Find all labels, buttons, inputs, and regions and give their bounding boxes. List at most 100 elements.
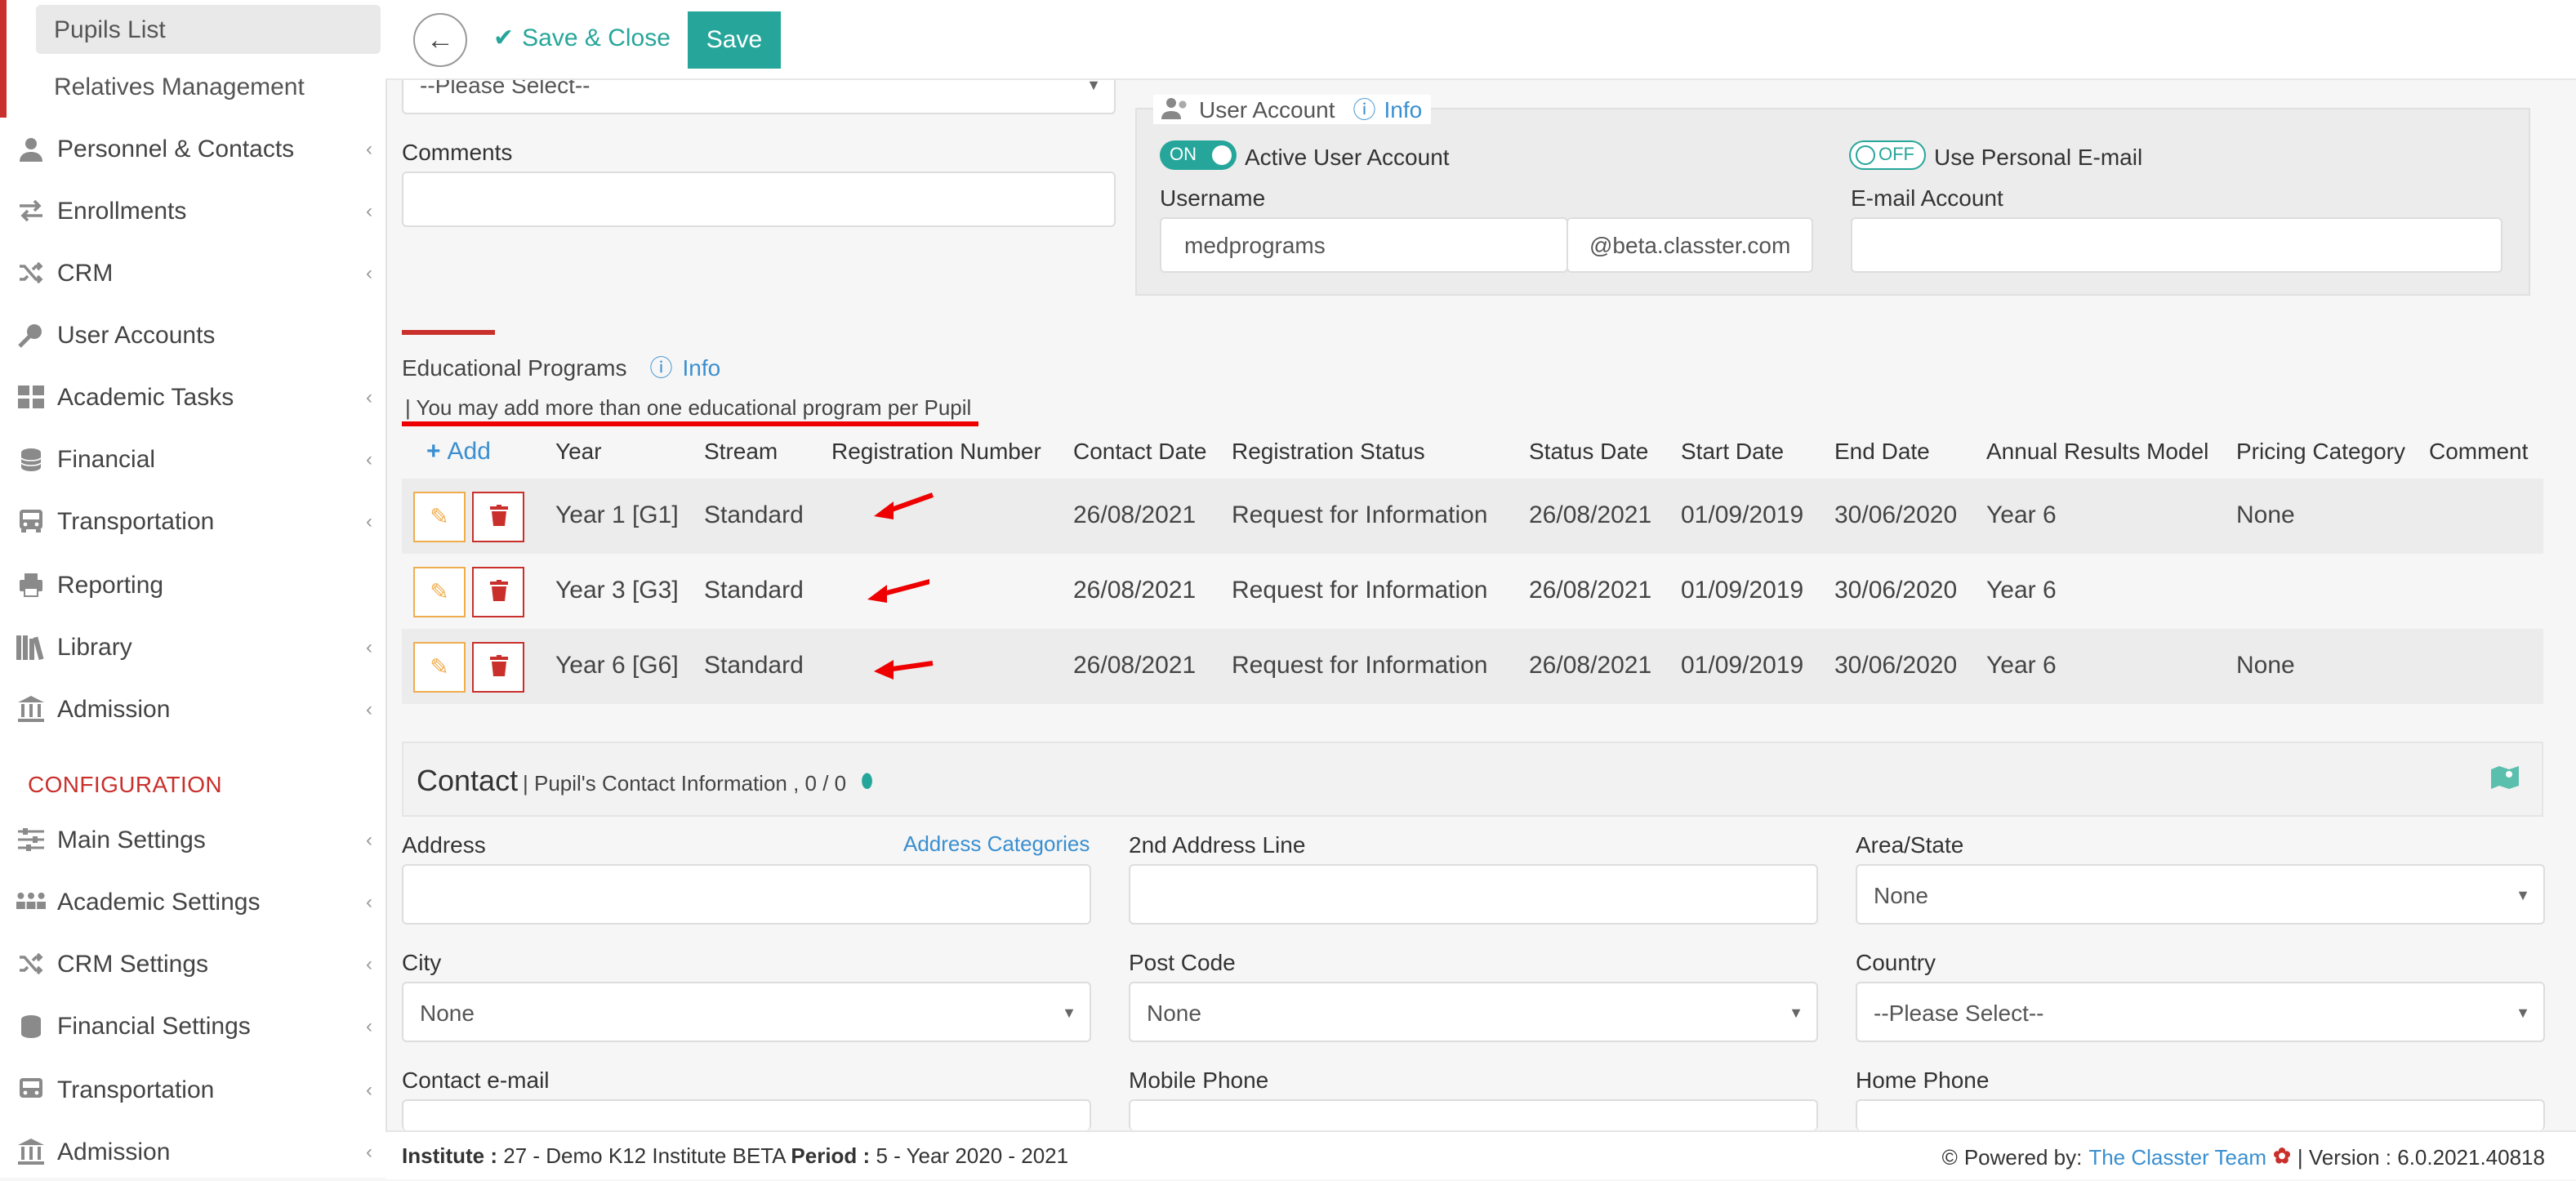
bus-icon — [16, 506, 46, 536]
cell-status-date: 26/08/2021 — [1529, 577, 1652, 604]
edit-button[interactable]: ✎ — [413, 642, 466, 693]
add-program-button[interactable]: + Add — [426, 438, 491, 466]
sidebar-item-pupils-list[interactable]: Pupils List — [0, 0, 386, 59]
info-icon[interactable]: ⓘ — [1353, 93, 1376, 126]
sidebar-item-enrollments[interactable]: Enrollments ‹ — [0, 181, 386, 240]
map-icon[interactable] — [2491, 764, 2519, 799]
active-account-toggle[interactable]: ON — [1160, 140, 1237, 170]
arrow-left-icon: ← — [426, 24, 454, 55]
classter-team-link[interactable]: The Classter Team — [2088, 1144, 2266, 1169]
col-header-stream[interactable]: Stream — [704, 438, 778, 464]
transfer-icon — [16, 196, 46, 225]
programs-title: Educational Programs — [402, 354, 627, 381]
delete-button[interactable] — [472, 567, 524, 617]
pencil-icon: ✎ — [430, 503, 449, 529]
edit-button[interactable]: ✎ — [413, 492, 466, 542]
username-input[interactable]: medprograms — [1160, 217, 1568, 273]
sidebar-item-crm-settings[interactable]: CRM Settings ‹ — [0, 934, 386, 993]
delete-button[interactable] — [472, 492, 524, 542]
col-header-status-date[interactable]: Status Date — [1529, 438, 1648, 464]
sidebar-item-academic-settings[interactable]: Academic Settings ‹ — [0, 872, 386, 931]
postcode-label: Post Code — [1129, 949, 1236, 975]
sidebar-item-crm[interactable]: CRM ‹ — [0, 243, 386, 302]
cell-contact-date: 26/08/2021 — [1073, 501, 1197, 529]
books-icon — [16, 632, 46, 662]
programs-info-link[interactable]: Info — [683, 354, 721, 381]
sidebar-item-admission[interactable]: Admission ‹ — [0, 680, 386, 738]
col-header-end-date[interactable]: End Date — [1834, 438, 1930, 464]
cell-registration-status: Request for Information — [1232, 501, 1488, 529]
chevron-left-icon: ‹ — [366, 199, 372, 222]
toggle-state: OFF — [1879, 145, 1914, 165]
address2-input[interactable] — [1129, 864, 1818, 925]
sidebar-item-financial[interactable]: Financial ‹ — [0, 430, 386, 488]
institute-key: Institute : — [402, 1143, 497, 1168]
coins-icon — [16, 1011, 46, 1041]
city-select[interactable]: None ▼ — [402, 982, 1091, 1042]
domain-value: @beta.classter.com — [1589, 232, 1791, 258]
info-icon[interactable]: ⓘ — [650, 351, 673, 384]
sidebar-item-financial-settings[interactable]: Financial Settings ‹ — [0, 996, 386, 1055]
address-input[interactable] — [402, 864, 1091, 925]
save-button[interactable]: Save — [688, 11, 781, 69]
user-account-info-link[interactable]: Info — [1384, 96, 1423, 123]
country-value: --Please Select-- — [1874, 999, 2044, 1025]
sidebar-item-transportation-settings[interactable]: Transportation ‹ — [0, 1060, 386, 1119]
cell-status-date: 26/08/2021 — [1529, 652, 1652, 680]
address-label: Address — [402, 831, 486, 858]
plus-icon: + — [426, 438, 441, 466]
email-account-input[interactable] — [1851, 217, 2502, 273]
annotation-underline — [402, 421, 978, 426]
chevron-left-icon: ‹ — [366, 697, 372, 720]
programs-header: Educational Programs ⓘ Info — [402, 351, 720, 384]
home-phone-input[interactable] — [1856, 1099, 2545, 1130]
contact-email-label: Contact e-mail — [402, 1067, 550, 1093]
comments-textarea[interactable] — [402, 172, 1116, 227]
col-header-registration-status[interactable]: Registration Status — [1232, 438, 1425, 464]
add-label: Add — [447, 438, 491, 466]
username-value: medprograms — [1184, 232, 1326, 258]
sidebar-item-academic-tasks[interactable]: Academic Tasks ‹ — [0, 368, 386, 426]
country-label: Country — [1856, 949, 1936, 975]
chevron-left-icon: ‹ — [366, 952, 372, 975]
sidebar-item-transportation[interactable]: Transportation ‹ — [0, 492, 386, 550]
sidebar-item-label: CRM — [57, 259, 114, 287]
sidebar-item-user-accounts[interactable]: User Accounts — [0, 305, 386, 364]
mobile-phone-input[interactable] — [1129, 1099, 1818, 1130]
sidebar-item-main-settings[interactable]: Main Settings ‹ — [0, 810, 386, 869]
contact-email-input[interactable] — [402, 1099, 1091, 1130]
address-categories-link[interactable]: Address Categories — [903, 831, 1090, 856]
col-header-annual-results-model[interactable]: Annual Results Model — [1986, 438, 2208, 464]
sidebar-item-personnel[interactable]: Personnel & Contacts ‹ — [0, 119, 386, 178]
sidebar-item-library[interactable]: Library ‹ — [0, 617, 386, 676]
sidebar-item-label: Main Settings — [57, 826, 206, 853]
postcode-select[interactable]: None ▼ — [1129, 982, 1818, 1042]
col-header-registration-number[interactable]: Registration Number — [831, 438, 1041, 464]
city-value: None — [420, 999, 475, 1025]
cell-stream: Standard — [704, 577, 804, 604]
chevron-left-icon: ‹ — [366, 1014, 372, 1037]
col-header-start-date[interactable]: Start Date — [1681, 438, 1784, 464]
cell-end-date: 30/06/2020 — [1834, 577, 1958, 604]
sidebar-item-label: Pupils List — [54, 16, 166, 43]
back-button[interactable]: ← — [413, 13, 467, 67]
chevron-left-icon: ‹ — [366, 385, 372, 408]
delete-button[interactable] — [472, 642, 524, 693]
save-close-button[interactable]: ✔ Save & Close — [493, 23, 671, 52]
col-header-comment[interactable]: Comment — [2429, 438, 2528, 464]
area-select[interactable]: None ▼ — [1856, 864, 2545, 925]
cell-end-date: 30/06/2020 — [1834, 501, 1958, 529]
cell-year: Year 3 [G3] — [555, 577, 679, 604]
country-select[interactable]: --Please Select-- ▼ — [1856, 982, 2545, 1042]
personal-email-toggle[interactable]: OFF — [1849, 140, 1926, 170]
col-header-year[interactable]: Year — [555, 438, 602, 464]
sidebar-item-relatives-management[interactable]: Relatives Management — [0, 57, 386, 116]
cell-annual-results-model: Year 6 — [1986, 577, 2057, 604]
institution-icon — [16, 1137, 46, 1166]
edit-button[interactable]: ✎ — [413, 567, 466, 617]
sidebar-item-label: Academic Settings — [57, 888, 261, 916]
sidebar-item-reporting[interactable]: Reporting — [0, 555, 386, 614]
col-header-contact-date[interactable]: Contact Date — [1073, 438, 1206, 464]
sidebar-item-admission-settings[interactable]: Admission ‹ — [0, 1122, 386, 1181]
col-header-pricing-category[interactable]: Pricing Category — [2236, 438, 2405, 464]
